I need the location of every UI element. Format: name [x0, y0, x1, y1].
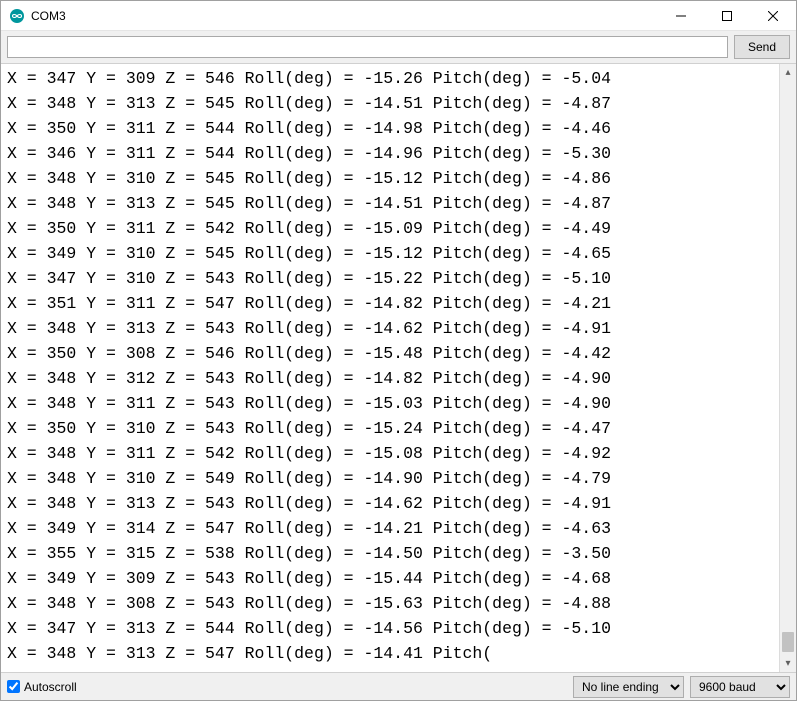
scrollbar-thumb[interactable]	[782, 632, 794, 652]
close-button[interactable]	[750, 1, 796, 31]
serial-line: X = 348 Y = 310 Z = 549 Roll(deg) = -14.…	[7, 466, 775, 491]
send-button[interactable]: Send	[734, 35, 790, 59]
serial-line: X = 348 Y = 313 Z = 543 Roll(deg) = -14.…	[7, 491, 775, 516]
serial-line: X = 348 Y = 313 Z = 545 Roll(deg) = -14.…	[7, 91, 775, 116]
serial-line: X = 348 Y = 310 Z = 545 Roll(deg) = -15.…	[7, 166, 775, 191]
baud-select[interactable]: 300 baud1200 baud2400 baud4800 baud9600 …	[690, 676, 790, 698]
serial-line: X = 347 Y = 310 Z = 543 Roll(deg) = -15.…	[7, 266, 775, 291]
autoscroll-label: Autoscroll	[24, 680, 77, 694]
serial-monitor-window: COM3 Send X = 347 Y = 309 Z = 546 Roll(d…	[0, 0, 797, 701]
serial-line: X = 348 Y = 311 Z = 543 Roll(deg) = -15.…	[7, 391, 775, 416]
serial-line: X = 351 Y = 311 Z = 547 Roll(deg) = -14.…	[7, 291, 775, 316]
serial-send-input[interactable]	[7, 36, 728, 58]
maximize-button[interactable]	[704, 1, 750, 31]
serial-line: X = 349 Y = 309 Z = 543 Roll(deg) = -15.…	[7, 566, 775, 591]
vertical-scrollbar[interactable]: ▴ ▾	[779, 64, 796, 672]
serial-line: X = 349 Y = 310 Z = 545 Roll(deg) = -15.…	[7, 241, 775, 266]
serial-line: X = 346 Y = 311 Z = 544 Roll(deg) = -14.…	[7, 141, 775, 166]
serial-output[interactable]: X = 347 Y = 309 Z = 546 Roll(deg) = -15.…	[1, 64, 779, 672]
content-area: X = 347 Y = 309 Z = 546 Roll(deg) = -15.…	[1, 64, 796, 672]
serial-line: X = 350 Y = 310 Z = 543 Roll(deg) = -15.…	[7, 416, 775, 441]
serial-line: X = 348 Y = 308 Z = 543 Roll(deg) = -15.…	[7, 591, 775, 616]
send-bar: Send	[1, 31, 796, 64]
serial-line: X = 348 Y = 313 Z = 545 Roll(deg) = -14.…	[7, 191, 775, 216]
serial-line: X = 348 Y = 312 Z = 543 Roll(deg) = -14.…	[7, 366, 775, 391]
scroll-down-arrow-icon[interactable]: ▾	[780, 655, 796, 672]
serial-line: X = 355 Y = 315 Z = 538 Roll(deg) = -14.…	[7, 541, 775, 566]
serial-line: X = 350 Y = 311 Z = 542 Roll(deg) = -15.…	[7, 216, 775, 241]
window-title: COM3	[31, 9, 66, 23]
autoscroll-checkbox[interactable]: Autoscroll	[7, 680, 77, 694]
line-ending-select[interactable]: No line endingNewlineCarriage returnBoth…	[573, 676, 684, 698]
serial-line: X = 350 Y = 311 Z = 544 Roll(deg) = -14.…	[7, 116, 775, 141]
bottom-bar: Autoscroll No line endingNewlineCarriage…	[1, 672, 796, 700]
scroll-up-arrow-icon[interactable]: ▴	[780, 64, 796, 81]
serial-line: X = 348 Y = 313 Z = 547 Roll(deg) = -14.…	[7, 641, 775, 666]
serial-line: X = 350 Y = 308 Z = 546 Roll(deg) = -15.…	[7, 341, 775, 366]
titlebar: COM3	[1, 1, 796, 31]
serial-line: X = 348 Y = 313 Z = 543 Roll(deg) = -14.…	[7, 316, 775, 341]
serial-line: X = 348 Y = 311 Z = 542 Roll(deg) = -15.…	[7, 441, 775, 466]
autoscroll-input[interactable]	[7, 680, 20, 693]
minimize-button[interactable]	[658, 1, 704, 31]
arduino-icon	[9, 8, 25, 24]
serial-line: X = 347 Y = 313 Z = 544 Roll(deg) = -14.…	[7, 616, 775, 641]
serial-line: X = 347 Y = 309 Z = 546 Roll(deg) = -15.…	[7, 66, 775, 91]
serial-line: X = 349 Y = 314 Z = 547 Roll(deg) = -14.…	[7, 516, 775, 541]
